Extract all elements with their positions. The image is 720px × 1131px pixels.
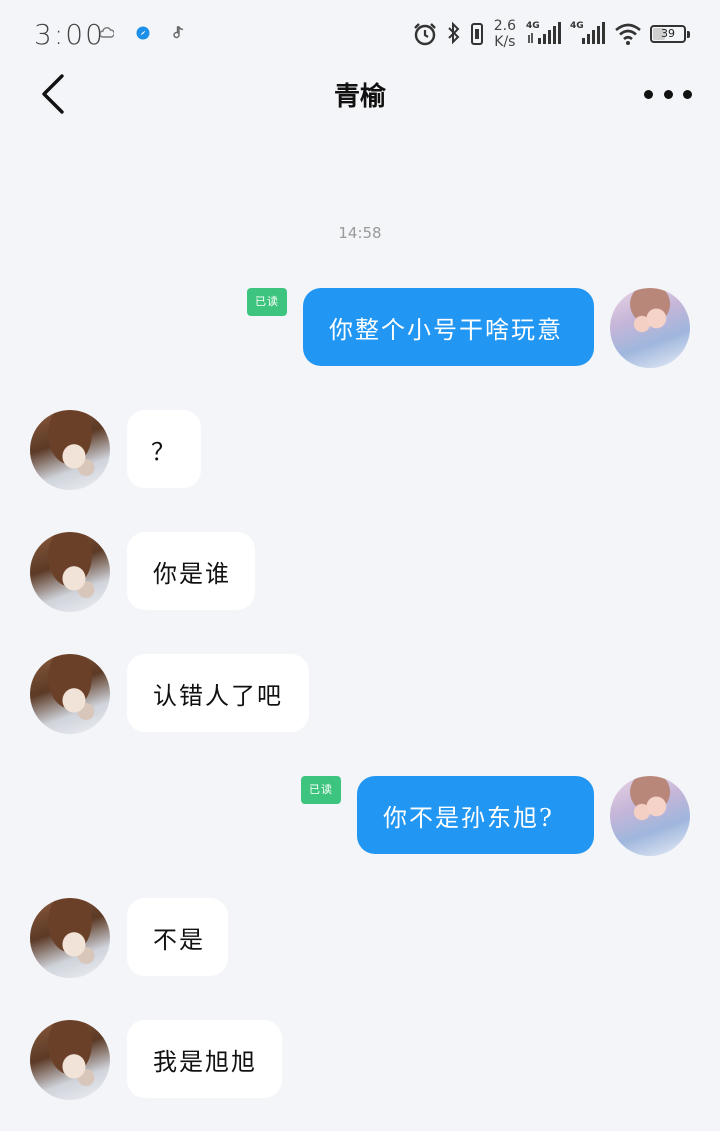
chat-message-received: 不是	[0, 898, 720, 978]
avatar[interactable]	[30, 532, 110, 612]
battery-level: 39	[661, 27, 675, 40]
message-bubble[interactable]: 你不是孙东旭?	[357, 776, 594, 854]
alarm-icon	[413, 23, 436, 46]
network-speed-value: 2.6	[493, 18, 516, 34]
read-receipt-badge: 已读	[301, 776, 341, 804]
chat-message-received: 我是旭旭	[0, 1020, 720, 1100]
more-dots-icon	[663, 89, 673, 99]
chat-message-received: 认错人了吧	[0, 654, 720, 734]
message-bubble[interactable]: 我是旭旭	[127, 1020, 282, 1098]
battery-icon: 39	[650, 25, 690, 43]
compass-icon	[136, 26, 150, 40]
page-title: 青榆	[333, 82, 386, 112]
avatar[interactable]	[30, 410, 110, 490]
chat-message-sent: 已读 你不是孙东旭?	[0, 776, 720, 856]
more-options-button[interactable]	[644, 76, 692, 112]
message-bubble[interactable]: 不是	[127, 898, 228, 976]
avatar[interactable]	[30, 654, 110, 734]
avatar[interactable]	[30, 898, 110, 978]
chat-header: 青榆	[0, 66, 720, 122]
chat-message-sent: 已读 你整个小号干啥玩意	[0, 288, 720, 368]
more-dots-icon	[683, 89, 692, 99]
signal-icon: 4G	[526, 21, 562, 47]
chat-message-received: 你是谁	[0, 532, 720, 612]
signal-icon: 4G	[570, 21, 606, 47]
music-note-icon	[172, 26, 186, 40]
message-bubble[interactable]: 你是谁	[127, 532, 255, 610]
message-bubble[interactable]: 你整个小号干啥玩意	[303, 288, 594, 366]
bluetooth-icon	[448, 21, 460, 45]
network-speed-unit: K/s	[494, 34, 516, 50]
message-bubble[interactable]: 认错人了吧	[127, 654, 309, 732]
message-timestamp: 14:58	[338, 224, 382, 242]
system-status-icons: 2.6 K/s 4G 4G 39	[412, 18, 690, 50]
status-time: 3:00	[34, 18, 105, 51]
status-bar: 3:00 2.6 K/s 4G 4G 39	[0, 0, 720, 66]
avatar[interactable]	[30, 1020, 110, 1100]
more-dots-icon	[644, 89, 653, 99]
chat-message-received: ？	[0, 410, 720, 490]
avatar[interactable]	[610, 288, 690, 368]
vibrate-icon	[470, 23, 483, 45]
wifi-icon	[615, 23, 641, 45]
message-bubble[interactable]: ？	[127, 410, 201, 488]
read-receipt-badge: 已读	[247, 288, 287, 316]
cloud-icon	[99, 26, 115, 40]
avatar[interactable]	[610, 776, 690, 856]
network-speed: 2.6 K/s	[494, 18, 516, 50]
